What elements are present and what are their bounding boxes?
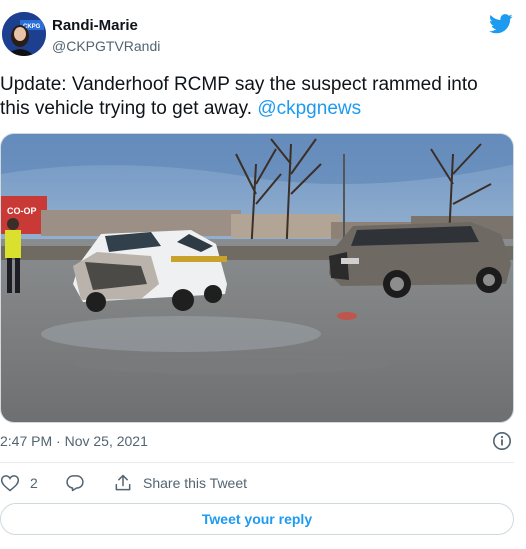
reply-bubble-icon <box>66 475 84 492</box>
tweet-body: Update: Vanderhoof RCMP say the suspect … <box>0 74 478 119</box>
share-icon <box>115 474 131 491</box>
coop-sign-text: CO-OP <box>7 206 37 216</box>
share-label: Share this Tweet <box>143 475 248 491</box>
tweet-photo[interactable]: CO-OP <box>0 133 514 423</box>
tweet-author: Randi-Marie @CKPGTVRandi <box>52 17 160 55</box>
twitter-bird-icon[interactable] <box>489 14 513 34</box>
author-display-name[interactable]: Randi-Marie <box>52 17 160 35</box>
share-button[interactable]: Share this Tweet <box>113 472 247 494</box>
info-icon[interactable] <box>492 431 512 451</box>
mention-link[interactable]: @ckpgnews <box>257 98 361 119</box>
reply-button[interactable] <box>65 472 85 494</box>
tweet-timestamp[interactable]: 2:47 PM · Nov 25, 2021 <box>0 432 148 450</box>
tweet-actions: 2 Share this Tweet <box>0 472 514 494</box>
like-count: 2 <box>30 475 38 491</box>
divider <box>0 462 514 463</box>
tweet-text: Update: Vanderhoof RCMP say the suspect … <box>0 73 520 121</box>
tweet-your-reply-button[interactable]: Tweet your reply <box>0 503 514 535</box>
author-avatar[interactable]: CKPG <box>2 12 46 56</box>
embedded-tweet: CKPG Randi-Marie @CKPGTVRandi Update: Va… <box>0 0 526 549</box>
heart-icon <box>0 475 20 492</box>
author-handle[interactable]: @CKPGTVRandi <box>52 37 160 55</box>
like-button[interactable]: 2 <box>0 472 38 494</box>
